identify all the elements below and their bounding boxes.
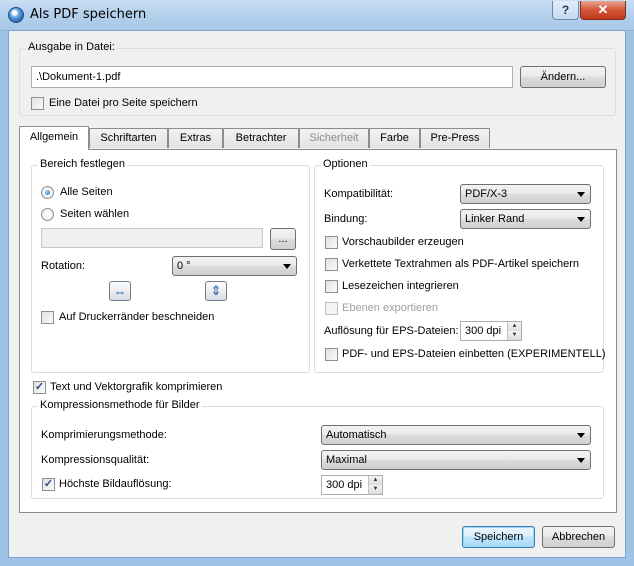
spin-up-icon[interactable]: ▲ (507, 322, 521, 331)
tab-schriftarten[interactable]: Schriftarten (89, 128, 168, 148)
output-group: Ausgabe in Datei: .\Dokument-1.pdf Änder… (19, 41, 616, 116)
help-button[interactable]: ? (552, 1, 579, 20)
method-select[interactable]: Automatisch (321, 425, 591, 445)
compat-label: Kompatibilität: (324, 188, 394, 200)
chevron-down-icon (577, 433, 585, 438)
articles-checkbox[interactable] (325, 258, 338, 271)
title-bar: Als PDF speichern ? ✕ (0, 0, 634, 31)
quality-select[interactable]: Maximal (321, 450, 591, 470)
output-path-field[interactable]: .\Dokument-1.pdf (31, 66, 513, 88)
binding-label: Bindung: (324, 213, 368, 225)
window-title: Als PDF speichern (30, 7, 147, 22)
compress-text-checkbox[interactable]: ✓ (33, 381, 46, 394)
embed-label: PDF- und EPS-Dateien einbetten (EXPERIME… (342, 348, 606, 360)
select-pages-label: Seiten wählen (60, 208, 130, 220)
thumbnails-checkbox[interactable] (325, 236, 338, 249)
tab-panel-allgemein: Bereich festlegen Alle Seiten Seiten wäh… (19, 149, 617, 513)
tab-farbe[interactable]: Farbe (369, 128, 420, 148)
compress-text-label: Text und Vektorgrafik komprimieren (50, 381, 223, 393)
chevron-down-icon (577, 192, 585, 197)
max-res-checkbox[interactable]: ✓ (42, 478, 55, 491)
max-res-label: Höchste Bildauflösung: (59, 478, 172, 490)
image-compression-group: Kompressionsmethode für Bilder Komprimie… (31, 399, 604, 499)
crop-checkbox[interactable] (41, 311, 54, 324)
dialog-body: Ausgabe in Datei: .\Dokument-1.pdf Änder… (8, 30, 626, 558)
chevron-down-icon (283, 264, 291, 269)
all-pages-radio[interactable] (41, 186, 54, 199)
eps-res-value: 300 dpi (465, 325, 502, 337)
spin-down-icon[interactable]: ▼ (368, 485, 382, 494)
options-group: Optionen Kompatibilität: PDF/X-3 Bindung… (314, 158, 606, 373)
select-pages-radio[interactable] (41, 208, 54, 221)
flip-vertical-icon[interactable]: ⇕ (205, 281, 227, 301)
layers-checkbox[interactable] (325, 302, 338, 315)
spin-up-icon[interactable]: ▲ (368, 476, 382, 485)
chevron-down-icon (577, 217, 585, 222)
quality-label: Kompressionsqualität: (41, 454, 150, 466)
tab-extras[interactable]: Extras (168, 128, 223, 148)
flip-horizontal-icon[interactable]: ⇔ (109, 281, 131, 301)
tab-pre-press[interactable]: Pre-Press (420, 128, 490, 148)
rotation-label: Rotation: (41, 260, 86, 272)
articles-label: Verkettete Textrahmen als PDF-Artikel sp… (342, 258, 580, 270)
one-file-per-page-label: Eine Datei pro Seite speichern (49, 97, 198, 109)
method-value: Automatisch (326, 429, 387, 441)
method-label: Komprimierungsmethode: (41, 429, 167, 441)
bookmarks-label: Lesezeichen integrieren (342, 280, 459, 292)
options-group-title: Optionen (321, 158, 370, 170)
output-group-title: Ausgabe in Datei: (26, 41, 117, 53)
close-button[interactable]: ✕ (580, 1, 626, 20)
compat-select[interactable]: PDF/X-3 (460, 184, 591, 204)
range-group: Bereich festlegen Alle Seiten Seiten wäh… (31, 158, 310, 373)
tab-allgemein[interactable]: Allgemein (19, 126, 89, 150)
range-group-title: Bereich festlegen (38, 158, 127, 170)
one-file-per-page-checkbox[interactable] (31, 97, 44, 110)
quality-value: Maximal (326, 454, 367, 466)
rotation-select[interactable]: 0 ° (172, 256, 297, 276)
save-button[interactable]: Speichern (462, 526, 535, 548)
bookmarks-checkbox[interactable] (325, 280, 338, 293)
max-res-spinner[interactable]: 300 dpi ▲ ▼ (321, 475, 383, 495)
chevron-down-icon (577, 458, 585, 463)
rotation-value: 0 ° (177, 260, 191, 272)
cancel-button[interactable]: Abbrechen (542, 526, 615, 548)
layers-label: Ebenen exportieren (342, 302, 439, 314)
globe-icon (8, 7, 24, 23)
change-button[interactable]: Ändern... (520, 66, 606, 88)
binding-value: Linker Rand (465, 213, 525, 225)
tab-betrachter[interactable]: Betrachter (223, 128, 299, 148)
eps-res-spinner[interactable]: 300 dpi ▲ ▼ (460, 321, 522, 341)
crop-label: Auf Druckerränder beschneiden (59, 311, 215, 323)
image-compression-title: Kompressionsmethode für Bilder (38, 399, 202, 411)
tab-sicherheit[interactable]: Sicherheit (299, 128, 369, 148)
all-pages-label: Alle Seiten (60, 186, 113, 198)
compat-value: PDF/X-3 (465, 188, 508, 200)
spin-down-icon[interactable]: ▼ (507, 331, 521, 340)
pages-field[interactable] (41, 228, 263, 248)
embed-checkbox[interactable] (325, 348, 338, 361)
eps-res-label: Auflösung für EPS-Dateien: (324, 325, 459, 337)
thumbnails-label: Vorschaubilder erzeugen (342, 236, 464, 248)
pages-browse-button[interactable]: ... (270, 228, 296, 250)
binding-select[interactable]: Linker Rand (460, 209, 591, 229)
max-res-value: 300 dpi (326, 479, 363, 491)
